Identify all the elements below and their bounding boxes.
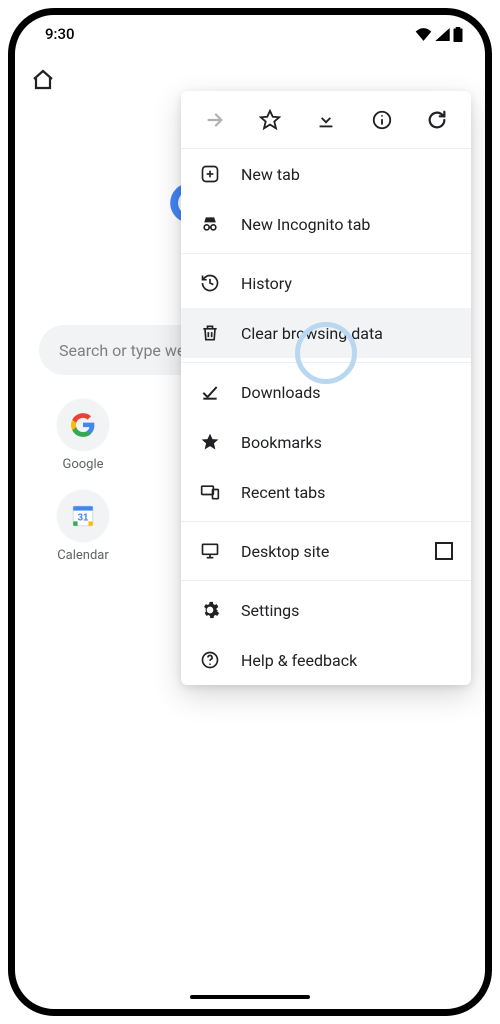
help-icon [199,649,221,671]
phone-frame: 9:30 Search or type web [8,8,492,1016]
menu-help-feedback[interactable]: Help & feedback [181,635,471,685]
menu-new-tab[interactable]: New tab [181,149,471,199]
star-filled-icon [199,431,221,453]
menu-item-label: Desktop site [241,542,415,561]
menu-separator [181,362,471,363]
menu-recent-tabs[interactable]: Recent tabs [181,467,471,517]
nav-home-indicator [190,995,310,999]
download-check-icon [199,381,221,403]
menu-item-label: Help & feedback [241,651,453,670]
status-time: 9:30 [45,25,75,43]
shortcut-icon [57,399,109,451]
menu-separator [181,253,471,254]
trash-icon [199,322,221,344]
gear-icon [199,599,221,621]
download-icon[interactable] [304,98,348,142]
menu-item-label: Downloads [241,383,453,402]
menu-item-label: Bookmarks [241,433,453,452]
shortcut-google[interactable]: Google [39,399,127,472]
devices-icon [199,481,221,503]
menu-clear-browsing-data[interactable]: Clear browsing data [181,308,471,358]
menu-item-label: Settings [241,601,453,620]
plus-box-icon [199,163,221,185]
refresh-icon[interactable] [415,98,459,142]
cellular-icon [435,28,450,41]
home-icon[interactable] [31,68,55,92]
status-icons [415,27,463,42]
status-bar: 9:30 [15,15,485,53]
shortcut-label: Google [62,457,103,472]
menu-item-label: New tab [241,165,453,184]
menu-downloads[interactable]: Downloads [181,367,471,417]
shortcut-icon: 31 [57,490,109,542]
menu-desktop-site[interactable]: Desktop site [181,526,471,576]
battery-icon [453,27,463,42]
incognito-icon [199,213,221,235]
menu-item-label: Recent tabs [241,483,453,502]
menu-separator [181,521,471,522]
history-icon [199,272,221,294]
info-icon[interactable] [360,98,404,142]
shortcut-label: Calendar [57,548,109,563]
menu-item-label: History [241,274,453,293]
menu-action-row [181,91,471,149]
svg-text:31: 31 [78,512,89,523]
overflow-menu: New tab New Incognito tab History Clear … [181,91,471,685]
menu-item-label: Clear browsing data [241,324,453,343]
menu-bookmarks[interactable]: Bookmarks [181,417,471,467]
wifi-icon [415,28,432,41]
star-icon[interactable] [248,98,292,142]
forward-icon[interactable] [193,98,237,142]
desktop-icon [199,540,221,562]
menu-separator [181,580,471,581]
menu-history[interactable]: History [181,258,471,308]
menu-settings[interactable]: Settings [181,585,471,635]
menu-item-label: New Incognito tab [241,215,453,234]
shortcut-calendar[interactable]: 31 Calendar [39,490,127,563]
menu-new-incognito[interactable]: New Incognito tab [181,199,471,249]
checkbox-unchecked-icon[interactable] [435,542,453,560]
